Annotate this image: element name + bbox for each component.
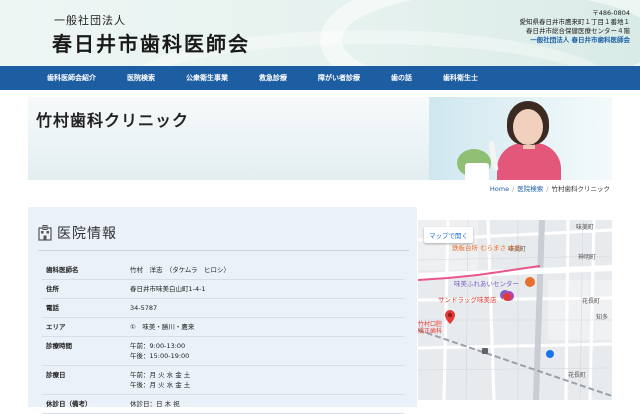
clinic-building-icon	[38, 225, 52, 241]
site-header: 一般社団法人 春日井市歯科医師会 〒486-0804 愛知県春日井市鷹来町１丁目…	[0, 0, 640, 66]
address-line: 春日井市総合保健医療センター４階	[526, 27, 630, 35]
clinic-info-panel: 医院情報 歯科医師名 竹村 洋志 （タケムラ ヒロシ） 住所 春日井市味美白山町1-4…	[28, 207, 417, 414]
breadcrumb-search[interactable]: 医院検索	[517, 185, 543, 193]
map-label: 味美ふれあいセンター	[454, 280, 519, 288]
nav-item-disability-care[interactable]: 障がい者診療	[318, 73, 360, 83]
drugstore-marker	[503, 293, 511, 301]
postal-code: 〒486-0804	[592, 9, 630, 17]
clinic-details-table: 歯科医師名 竹村 洋志 （タケムラ ヒロシ） 住所 春日井市味美白山町1-4-1 電話 3…	[42, 261, 404, 414]
field-label: エリア	[42, 317, 124, 337]
banner-photo	[429, 97, 612, 180]
field-label: 休診日（備考）	[42, 394, 124, 414]
nav-item-clinic-search[interactable]: 医院検索	[127, 73, 155, 83]
map-label: 知多	[596, 314, 609, 321]
map-label: 神明町	[578, 254, 597, 261]
address-line: 愛知県春日井市鷹来町１丁目１番地１	[519, 18, 631, 26]
field-label: 診療時間	[42, 336, 124, 366]
table-row: 休診日（備考） 休診日：日 木 祝	[42, 394, 404, 414]
woman-face	[513, 109, 543, 145]
breadcrumb-separator: /	[546, 185, 549, 193]
nav-item-hygienist[interactable]: 歯科衛生士	[443, 73, 478, 83]
table-row: エリア ① 味美・勝川・鷹来	[42, 317, 404, 337]
field-label: 住所	[42, 279, 124, 299]
divider	[38, 250, 409, 251]
clinic-info-header: 医院情報	[38, 223, 117, 243]
map-label: 味美町	[576, 224, 595, 231]
field-value: 午前：月 火 水 金 土 午後：月 火 水 金 土	[124, 365, 404, 395]
field-value: 午前：9:00-13:00 午後：15:00-19:00	[124, 336, 404, 366]
table-row: 住所 春日井市味美白山町1-4-1	[42, 279, 404, 299]
field-value: 春日井市味美白山町1-4-1	[124, 279, 404, 299]
map-label: 鉄板台所 むらまさ 本店	[452, 244, 522, 252]
breadcrumb-home[interactable]: Home	[490, 185, 509, 193]
clinic-map[interactable]: マップで開く 味美町 味美町 神明町 鉄板台所 むらまさ 本店 味美ふれあいセン…	[418, 220, 612, 400]
table-row: 電話 34-5787	[42, 298, 404, 318]
map-label: サンドラッグ味美店	[438, 296, 497, 304]
header-address: 〒486-0804 愛知県春日井市鷹来町１丁目１番地１ 春日井市総合保健医療セン…	[520, 9, 631, 45]
transit-marker	[546, 350, 554, 358]
breadcrumb-separator: /	[512, 185, 515, 193]
table-row: 診療時間 午前：9:00-13:00 午後：15:00-19:00	[42, 336, 404, 366]
field-label: 歯科医師名	[42, 261, 124, 280]
site-logo-title[interactable]: 春日井市歯科医師会	[52, 28, 250, 57]
field-value: ① 味美・勝川・鷹来	[124, 317, 404, 337]
restaurant-marker	[525, 277, 535, 287]
table-row: 診療日 午前：月 火 水 金 土 午後：月 火 水 金 土	[42, 365, 404, 395]
org-brand-name: 一般社団法人 春日井市歯科医師会	[530, 36, 630, 44]
field-value: 34-5787	[124, 298, 404, 318]
nav-item-teeth-talk[interactable]: 歯の話	[391, 73, 412, 83]
field-label: 電話	[42, 298, 124, 318]
map-label: 花長町	[568, 372, 587, 379]
page-banner: 竹村歯科クリニック	[28, 97, 612, 180]
nav-item-public-health[interactable]: 公衆衛生事業	[186, 73, 228, 83]
field-value: 休診日：日 木 祝	[124, 394, 404, 414]
field-value: 竹村 洋志 （タケムラ ヒロシ）	[124, 261, 404, 280]
breadcrumb-current: 竹村歯科クリニック	[551, 185, 611, 193]
breadcrumb: Home / 医院検索 / 竹村歯科クリニック	[490, 183, 610, 193]
map-label: 竹村口腔矯正歯科	[418, 321, 443, 335]
field-label: 診療日	[42, 365, 124, 395]
main-nav: 歯科医師会紹介 医院検索 公衆衛生事業 救急診療 障がい者診療 歯の話 歯科衛生…	[0, 66, 640, 90]
org-prefix: 一般社団法人	[54, 14, 126, 27]
cup-image	[465, 163, 489, 180]
map-label: 花長町	[582, 298, 601, 305]
clinic-info-title: 医院情報	[57, 226, 117, 242]
open-map-button[interactable]: マップで開く	[424, 227, 473, 243]
nav-item-emergency[interactable]: 救急診療	[259, 73, 287, 83]
page-title: 竹村歯科クリニック	[36, 111, 190, 130]
table-row: 歯科医師名 竹村 洋志 （タケムラ ヒロシ）	[42, 261, 404, 280]
nav-item-about[interactable]: 歯科医師会紹介	[47, 73, 96, 83]
